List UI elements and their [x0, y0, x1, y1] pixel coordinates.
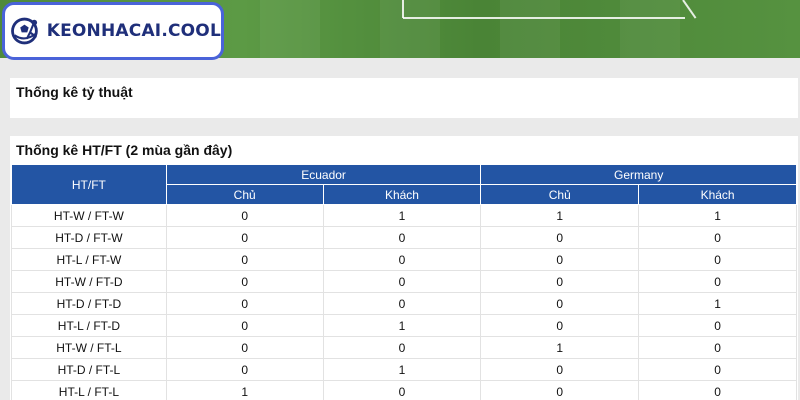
technical-stats-card: Thống kê tỷ thuật	[10, 78, 798, 118]
cell-value: 0	[638, 248, 797, 271]
cell-value: 1	[165, 380, 324, 400]
cell-value: 1	[322, 358, 482, 381]
technical-stats-title: Thống kê tỷ thuật	[16, 84, 133, 100]
cell-value: 0	[638, 380, 797, 400]
cell-value: 0	[322, 336, 482, 359]
table-row: HT-L / FT-L 1 0 0 0	[11, 380, 797, 400]
cell-value: 0	[480, 314, 640, 337]
cell-value: 0	[165, 358, 324, 381]
row-label: HT-L / FT-D	[11, 314, 167, 337]
table-row: HT-W / FT-D 0 0 0 0	[11, 270, 797, 293]
cell-value: 0	[480, 358, 640, 381]
cell-value: 1	[480, 336, 640, 359]
htft-stats-card: Thống kê HT/FT (2 mùa gần đây) HT/FT Ecu…	[10, 136, 798, 400]
cell-value: 0	[638, 358, 797, 381]
team-header-ecuador: Ecuador	[165, 164, 482, 185]
table-row: HT-D / FT-L 0 1 0 0	[11, 358, 797, 381]
sub-header-home: Chủ	[165, 184, 324, 205]
htft-table: HT/FT Ecuador Germany Chủ Khách Chủ Khác…	[11, 164, 797, 400]
cell-value: 0	[165, 314, 324, 337]
cell-value: 1	[322, 204, 482, 227]
row-label: HT-W / FT-D	[11, 270, 167, 293]
col-header-htft: HT/FT	[11, 164, 167, 205]
table-row: HT-W / FT-W 0 1 1 1	[11, 204, 797, 227]
cell-value: 0	[165, 336, 324, 359]
cell-value: 1	[638, 204, 797, 227]
row-label: HT-W / FT-W	[11, 204, 167, 227]
cell-value: 0	[165, 270, 324, 293]
team-header-germany: Germany	[480, 164, 797, 185]
cell-value: 0	[638, 336, 797, 359]
cell-value: 0	[322, 270, 482, 293]
table-row: HT-L / FT-D 0 1 0 0	[11, 314, 797, 337]
htft-stats-title: Thống kê HT/FT (2 mùa gần đây)	[16, 142, 233, 158]
cell-value: 0	[165, 204, 324, 227]
cell-value: 0	[480, 270, 640, 293]
cell-value: 0	[480, 248, 640, 271]
cell-value: 0	[480, 292, 640, 315]
site-logo[interactable]: KEONHACAI.COOL	[2, 2, 224, 60]
sub-header-home: Chủ	[480, 184, 640, 205]
row-label: HT-W / FT-L	[11, 336, 167, 359]
row-label: HT-L / FT-L	[11, 380, 167, 400]
table-row: HT-W / FT-L 0 0 1 0	[11, 336, 797, 359]
cell-value: 1	[322, 314, 482, 337]
logo-text: KEONHACAI.COOL	[46, 21, 221, 41]
cell-value: 0	[638, 314, 797, 337]
cell-value: 0	[638, 226, 797, 249]
cell-value: 0	[322, 248, 482, 271]
row-label: HT-D / FT-D	[11, 292, 167, 315]
row-label: HT-D / FT-L	[11, 358, 167, 381]
cell-value: 0	[322, 292, 482, 315]
row-label: HT-L / FT-W	[11, 248, 167, 271]
cell-value: 0	[165, 292, 324, 315]
cell-value: 0	[322, 226, 482, 249]
cell-value: 0	[165, 248, 324, 271]
cell-value: 0	[638, 270, 797, 293]
sub-header-away: Khách	[322, 184, 482, 205]
row-label: HT-D / FT-W	[11, 226, 167, 249]
cell-value: 1	[638, 292, 797, 315]
table-row: HT-L / FT-W 0 0 0 0	[11, 248, 797, 271]
cell-value: 0	[322, 380, 482, 400]
table-row: HT-D / FT-D 0 0 0 1	[11, 292, 797, 315]
cell-value: 0	[165, 226, 324, 249]
cell-value: 0	[480, 380, 640, 400]
cell-value: 1	[480, 204, 640, 227]
football-player-icon	[11, 17, 38, 45]
sub-header-away: Khách	[638, 184, 797, 205]
cell-value: 0	[480, 226, 640, 249]
table-row: HT-D / FT-W 0 0 0 0	[11, 226, 797, 249]
